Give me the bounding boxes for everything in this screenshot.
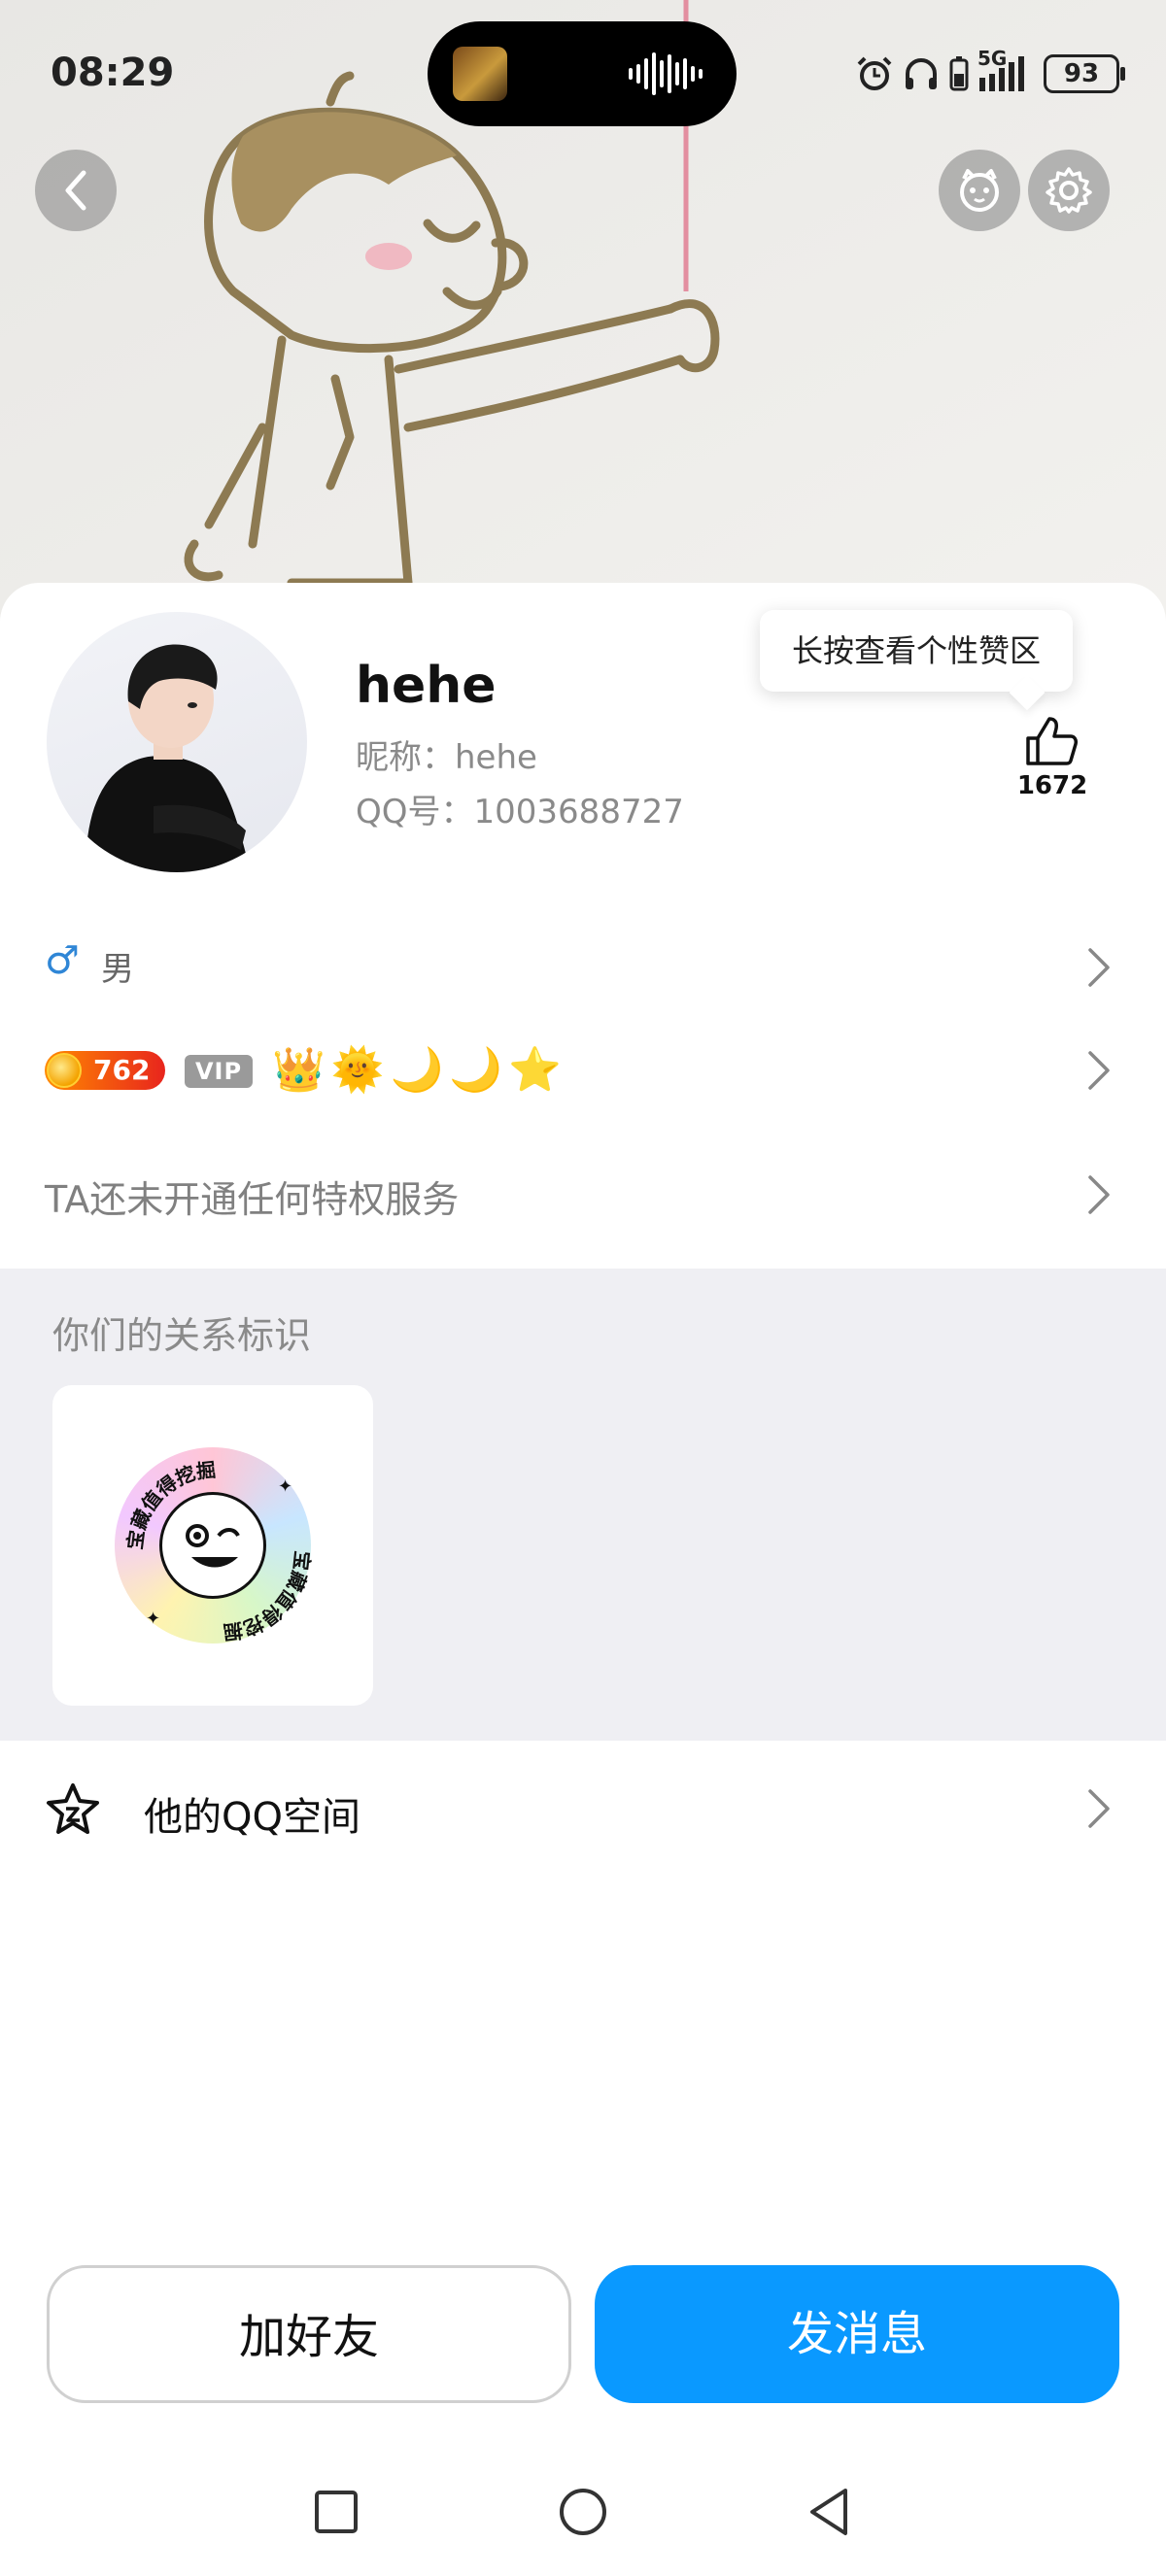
settings-button[interactable]: [1028, 150, 1110, 231]
privilege-text: TA还未开通任何特权服务: [45, 1178, 460, 1221]
coin-icon: [47, 1053, 82, 1088]
relationship-title: 你们的关系标识: [52, 1314, 312, 1357]
chevron-right-icon: [1088, 1051, 1110, 1090]
vip-badge: VIP: [185, 1055, 253, 1088]
username: hehe: [356, 657, 497, 715]
audio-wave-icon: [629, 52, 703, 95]
chevron-left-icon: [65, 170, 86, 211]
now-playing-thumbnail: [453, 47, 507, 101]
add-friend-button[interactable]: 加好友: [47, 2265, 571, 2403]
gear-icon: [1046, 167, 1092, 214]
moon-icon: 🌙: [390, 1045, 444, 1095]
send-message-button[interactable]: 发消息: [595, 2265, 1119, 2403]
battery-saver-icon: [949, 56, 969, 91]
svg-text:宝藏值得挖掘: 宝藏值得挖掘: [222, 1550, 314, 1644]
badge-text-top: 宝藏值得挖掘: [122, 1458, 217, 1551]
status-bar: 08:29 5G 93: [0, 0, 1166, 146]
back-button[interactable]: [35, 150, 117, 231]
qq-number[interactable]: QQ号：1003688727: [356, 785, 684, 832]
level-row[interactable]: [0, 1022, 1166, 1121]
qq-zone-label: 他的QQ空间: [144, 1795, 360, 1840]
like-count: 1672: [1016, 771, 1088, 800]
crown-icon: 👑: [272, 1045, 326, 1095]
sun-icon: 🌞: [330, 1045, 385, 1095]
recents-square-icon[interactable]: [307, 2483, 365, 2541]
headphones-icon: [906, 58, 937, 89]
chevron-right-icon: [1088, 1175, 1110, 1214]
chevron-right-icon: [1088, 1789, 1110, 1828]
signal-icon: 5G: [977, 47, 1036, 95]
badge-text-bottom: 宝藏值得挖掘: [222, 1550, 314, 1644]
gender-text: 男: [101, 950, 134, 989]
star-icon: ⭐: [508, 1045, 562, 1095]
nickname: 昵称：hehe: [356, 738, 537, 777]
like-tooltip: 长按查看个性赞区: [760, 610, 1073, 692]
svg-text:宝藏值得挖掘: 宝藏值得挖掘: [122, 1458, 217, 1551]
level-icons: 👑 🌞 🌙 🌙 ⭐: [272, 1043, 562, 1098]
dynamic-island[interactable]: [428, 21, 737, 126]
male-icon: ♂: [45, 938, 80, 983]
home-circle-icon[interactable]: [554, 2483, 612, 2541]
thumbs-up-icon[interactable]: [1024, 715, 1079, 767]
level-badge: 762: [45, 1051, 165, 1090]
chevron-right-icon: [1088, 948, 1110, 987]
gender-row[interactable]: [0, 913, 1166, 1022]
alarm-icon: [857, 56, 892, 90]
relationship-badge-card[interactable]: 宝藏值得挖掘 宝藏值得挖掘 ✦ ✦: [52, 1385, 373, 1706]
avatar[interactable]: [47, 612, 307, 872]
status-time: 08:29: [51, 51, 175, 95]
svg-text:✦: ✦: [278, 1476, 292, 1497]
level-number: 762: [93, 1054, 151, 1086]
qq-zone-star-icon: [47, 1783, 99, 1834]
status-icons: 5G 93: [855, 43, 1125, 105]
back-triangle-icon[interactable]: [801, 2483, 859, 2541]
pet-button[interactable]: [939, 150, 1020, 231]
moon-icon: 🌙: [449, 1045, 503, 1095]
svg-text:✦: ✦: [146, 1609, 160, 1629]
battery-icon: 93: [1044, 54, 1125, 93]
pet-face-icon: [960, 169, 999, 212]
